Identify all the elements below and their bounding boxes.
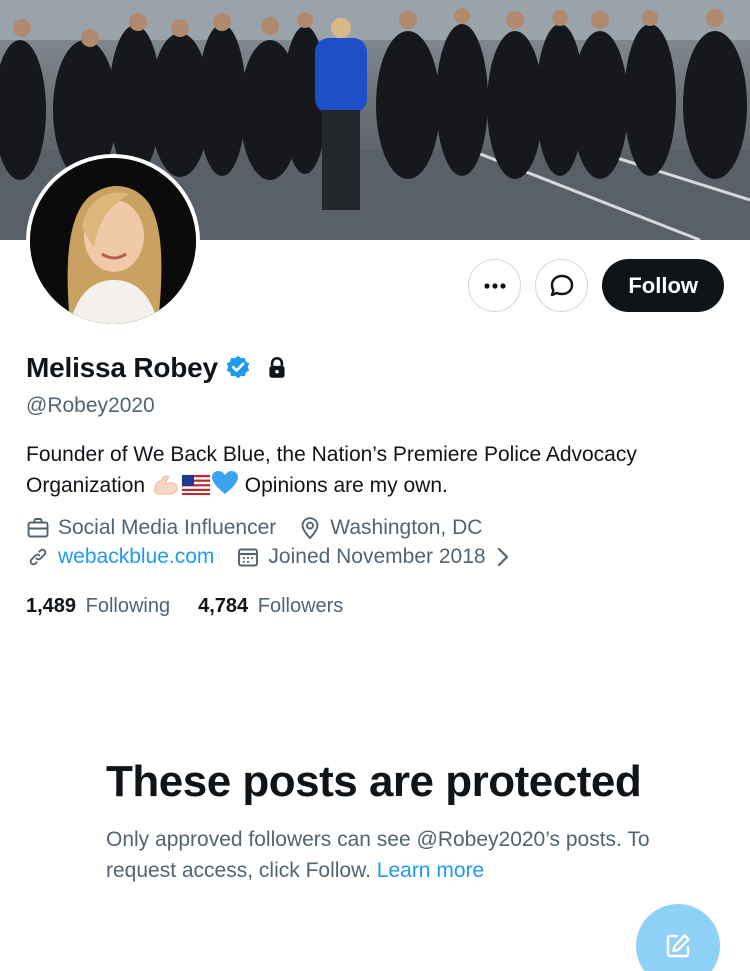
message-button[interactable] xyxy=(535,259,589,312)
message-bubble-icon xyxy=(550,274,574,296)
us-flag-emoji xyxy=(181,474,211,505)
lock-icon xyxy=(269,356,285,378)
profile-meta-row: Social Media Influencer Washington, DC xyxy=(26,516,504,540)
location-item: Washington, DC xyxy=(298,516,482,540)
profile-meta-row: webackblue.com Joined November 2018 xyxy=(26,545,534,569)
display-name: Melissa Robey xyxy=(26,352,218,383)
follow-button[interactable]: Follow xyxy=(602,259,724,312)
joined-text: Joined November 2018 xyxy=(268,545,486,568)
bio: Founder of We Back Blue, the Nation’s Pr… xyxy=(26,440,716,505)
category-item: Social Media Influencer xyxy=(26,516,276,540)
website-link[interactable]: webackblue.com xyxy=(58,545,214,569)
link-icon xyxy=(29,548,47,566)
following-label: Following xyxy=(85,595,171,617)
compose-icon xyxy=(666,934,690,958)
followers-count: 4,784 xyxy=(198,595,249,617)
compose-button[interactable] xyxy=(636,904,720,971)
verified-badge-icon[interactable] xyxy=(224,354,252,382)
user-handle: @Robey2020 xyxy=(26,394,155,417)
follow-stats: 1,489 Following 4,784 Followers xyxy=(26,595,343,618)
category-text: Social Media Influencer xyxy=(58,516,277,539)
more-button[interactable] xyxy=(468,259,522,312)
calendar-icon xyxy=(238,548,259,567)
profile-actions: Follow xyxy=(468,259,724,312)
followers-stat[interactable]: 4,784 Followers xyxy=(198,595,343,618)
protected-title: These posts are protected xyxy=(106,757,642,806)
more-horizontal-icon xyxy=(484,282,506,289)
avatar-photo xyxy=(30,158,196,324)
joined-item[interactable]: Joined November 2018 xyxy=(236,545,511,569)
name-row: Melissa Robey xyxy=(26,352,290,384)
learn-more-link[interactable]: Learn more xyxy=(377,859,484,882)
location-text: Washington, DC xyxy=(330,516,483,539)
following-count: 1,489 xyxy=(26,595,77,617)
following-stat[interactable]: 1,489 Following xyxy=(26,595,170,618)
blue-heart-emoji xyxy=(211,470,239,505)
location-pin-icon xyxy=(301,517,319,540)
bio-text: Opinions are my own. xyxy=(244,474,448,497)
protected-notice: These posts are protected Only approved … xyxy=(106,756,666,886)
flexed-biceps-emoji xyxy=(151,472,181,505)
website-item[interactable]: webackblue.com xyxy=(26,545,214,569)
avatar[interactable] xyxy=(26,154,200,328)
briefcase-icon xyxy=(27,518,49,538)
followers-label: Followers xyxy=(257,595,344,617)
protected-body: Only approved followers can see @Robey20… xyxy=(106,824,666,886)
chevron-right-icon xyxy=(497,547,508,567)
